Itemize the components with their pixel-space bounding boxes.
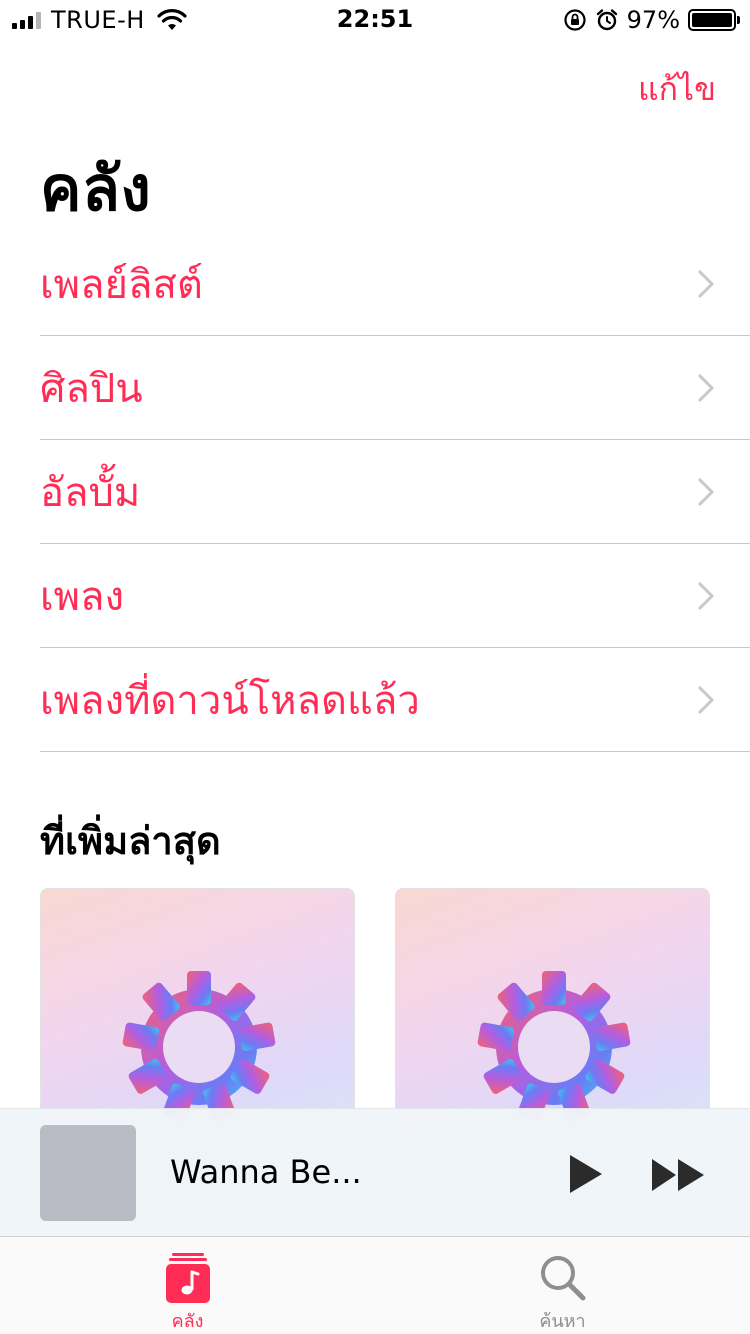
gear-icon xyxy=(477,971,631,1122)
mini-player-title[interactable]: Wanna Be... xyxy=(170,1153,362,1191)
rotation-lock-icon xyxy=(564,9,586,31)
music-note-icon xyxy=(160,1251,216,1304)
status-bar: TRUE-H 22:51 97% xyxy=(0,0,750,40)
tab-library[interactable]: คลัง xyxy=(0,1237,375,1334)
library-item-playlists[interactable]: เพลย์ลิสต์ xyxy=(40,232,750,336)
library-item-label: อัลบั้ม xyxy=(40,469,141,516)
library-item-albums[interactable]: อัลบั้ม xyxy=(40,440,750,544)
mini-player-artwork[interactable] xyxy=(40,1125,136,1221)
play-icon[interactable] xyxy=(560,1149,610,1199)
library-item-downloaded[interactable]: เพลงที่ดาวน์โหลดแล้ว xyxy=(40,648,750,752)
tab-label: คลัง xyxy=(171,1311,204,1332)
search-icon xyxy=(535,1251,591,1304)
chevron-right-icon xyxy=(686,680,726,720)
tab-label: ค้นหา xyxy=(539,1311,586,1332)
library-list: เพลย์ลิสต์ ศิลปิน อัลบั้ม เพลง เพลงที่ดา… xyxy=(40,232,750,752)
tab-search[interactable]: ค้นหา xyxy=(375,1237,750,1334)
tab-bar: คลัง ค้นหา xyxy=(0,1236,750,1334)
library-item-label: เพลย์ลิสต์ xyxy=(40,261,203,308)
edit-button[interactable]: แก้ไข xyxy=(638,64,716,115)
battery-icon xyxy=(688,9,740,31)
library-item-label: เพลง xyxy=(40,573,125,620)
recently-added-title: ที่เพิ่มล่าสุด xyxy=(40,819,221,863)
alarm-icon xyxy=(596,9,617,31)
chevron-right-icon xyxy=(686,576,726,616)
library-item-label: ศิลปิน xyxy=(40,365,143,412)
library-item-songs[interactable]: เพลง xyxy=(40,544,750,648)
chevron-right-icon xyxy=(686,368,726,408)
library-item-label: เพลงที่ดาวน์โหลดแล้ว xyxy=(40,677,420,724)
chevron-right-icon xyxy=(686,264,726,304)
page-title: คลัง xyxy=(40,152,152,225)
fast-forward-icon[interactable] xyxy=(648,1153,708,1197)
battery-percent: 97% xyxy=(626,6,680,34)
mini-player[interactable]: Wanna Be... xyxy=(0,1108,750,1236)
chevron-right-icon xyxy=(686,472,726,512)
library-item-artists[interactable]: ศิลปิน xyxy=(40,336,750,440)
status-right: 97% xyxy=(563,6,740,34)
gear-icon xyxy=(122,971,276,1122)
